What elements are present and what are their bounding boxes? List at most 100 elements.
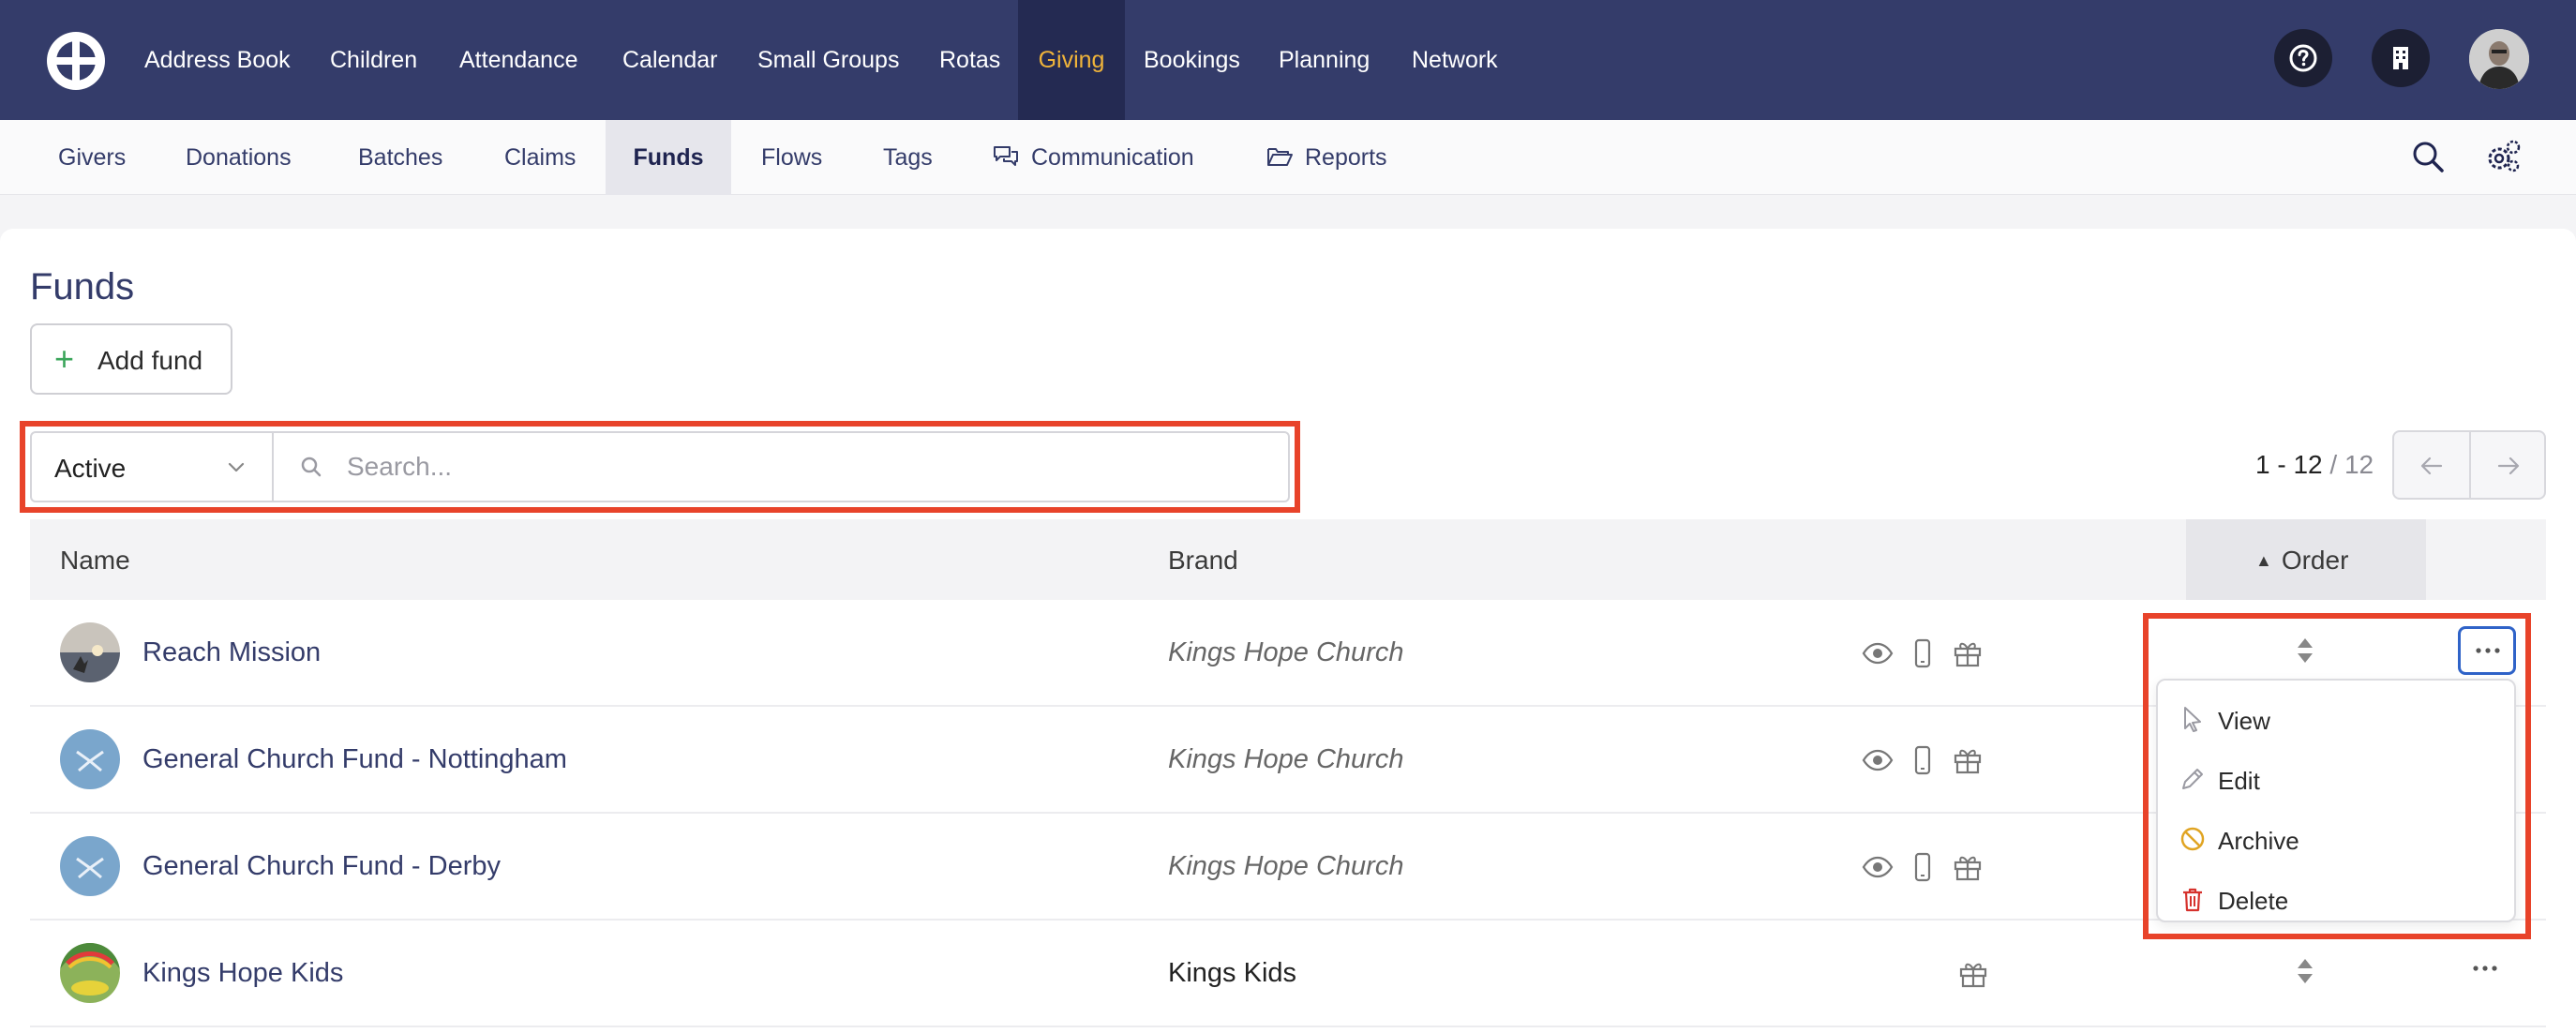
fund-brand: Kings Hope Church xyxy=(1168,637,1404,667)
organisation-button[interactable] xyxy=(2372,29,2430,87)
help-button[interactable] xyxy=(2274,29,2332,87)
add-fund-button[interactable]: + Add fund xyxy=(30,323,232,395)
previous-page-button[interactable] xyxy=(2394,432,2469,498)
user-avatar[interactable] xyxy=(2469,29,2529,89)
nav-calendar[interactable]: Calendar xyxy=(622,0,717,120)
mobile-phone-icon xyxy=(1914,638,1931,668)
column-header-name[interactable]: Name xyxy=(60,546,130,576)
help-icon xyxy=(2289,44,2317,72)
fund-avatar xyxy=(60,729,120,789)
next-page-button[interactable] xyxy=(2471,432,2546,498)
subnav-batches[interactable]: Batches xyxy=(358,120,442,195)
building-icon xyxy=(2393,47,2408,69)
nav-small-groups[interactable]: Small Groups xyxy=(757,0,899,120)
fund-avatar xyxy=(60,836,120,896)
menu-item-view[interactable]: View xyxy=(2158,690,2514,750)
app-logo-icon[interactable] xyxy=(45,30,107,92)
mobile-phone-icon xyxy=(1914,852,1931,882)
fund-name[interactable]: General Church Fund - Nottingham xyxy=(142,744,567,775)
chevron-down-icon xyxy=(228,462,245,472)
fund-name[interactable]: Reach Mission xyxy=(142,637,321,668)
chat-bubbles-icon xyxy=(994,146,1018,167)
eye-icon xyxy=(1862,642,1894,665)
nav-address-book[interactable]: Address Book xyxy=(144,0,291,120)
sunset-photo-icon xyxy=(60,622,120,682)
giving-subnavigation: Givers Donations Batches Claims Funds Fl… xyxy=(0,120,2576,195)
order-header-label: Order xyxy=(2281,546,2349,575)
user-photo-icon xyxy=(2469,29,2529,89)
fund-avatar xyxy=(60,622,120,682)
nav-giving[interactable]: Giving xyxy=(1018,0,1125,120)
pagination-range: 1 - 12 xyxy=(2255,450,2323,479)
more-horizontal-icon xyxy=(2476,648,2500,653)
top-navigation: Address Book Children Attendance Calenda… xyxy=(0,0,2576,120)
subnav-tags[interactable]: Tags xyxy=(883,120,933,195)
column-header-order[interactable]: ▲ Order xyxy=(2255,546,2348,576)
nav-rotas[interactable]: Rotas xyxy=(939,0,1000,120)
more-horizontal-icon xyxy=(2473,966,2497,971)
nav-planning[interactable]: Planning xyxy=(1279,0,1370,120)
gift-icon xyxy=(1954,856,1982,881)
pagination-buttons xyxy=(2392,430,2546,500)
gift-icon xyxy=(1954,642,1982,667)
nav-network[interactable]: Network xyxy=(1412,0,1498,120)
fund-search-input[interactable] xyxy=(347,442,1275,491)
cursor-icon xyxy=(2184,707,2201,732)
arrow-left-icon xyxy=(2420,457,2443,475)
menu-item-delete-label: Delete xyxy=(2218,887,2289,915)
search-field-icon xyxy=(301,457,322,477)
pagination-total: / 12 xyxy=(2329,450,2374,479)
sort-ascending-icon: ▲ xyxy=(2255,551,2272,570)
arrow-right-icon xyxy=(2497,457,2520,475)
folder-open-icon xyxy=(1267,148,1293,167)
page-title: Funds xyxy=(30,266,135,307)
eye-icon xyxy=(1862,856,1894,878)
gift-icon xyxy=(1959,963,1987,988)
row-actions-menu: View Edit Archive Delete xyxy=(2156,679,2516,922)
nav-bookings[interactable]: Bookings xyxy=(1144,0,1240,120)
subnav-claims[interactable]: Claims xyxy=(504,120,576,195)
pencil-icon xyxy=(2182,769,2203,789)
subnav-reports[interactable]: Reports xyxy=(1266,120,1387,195)
pagination-summary: 1 - 12 / 12 xyxy=(2255,450,2374,480)
menu-item-edit-label: Edit xyxy=(2218,767,2260,795)
fund-name[interactable]: Kings Hope Kids xyxy=(142,958,343,989)
archive-prohibited-icon xyxy=(2180,827,2205,851)
subnav-donations[interactable]: Donations xyxy=(186,120,292,195)
fund-avatar xyxy=(60,943,120,1003)
status-filter-value: Active xyxy=(54,454,127,483)
church-logo-photo-icon xyxy=(60,729,120,789)
menu-item-archive-label: Archive xyxy=(2218,827,2299,855)
fund-name[interactable]: General Church Fund - Derby xyxy=(142,851,501,882)
sort-handle-icon[interactable] xyxy=(2295,636,2315,666)
nav-children[interactable]: Children xyxy=(330,0,417,120)
plus-icon: + xyxy=(54,339,75,378)
row-actions-button[interactable] xyxy=(2458,626,2516,675)
menu-item-view-label: View xyxy=(2218,707,2270,735)
row-actions-button[interactable] xyxy=(2458,947,2516,996)
menu-item-delete[interactable]: Delete xyxy=(2158,870,2514,930)
gift-icon xyxy=(1954,749,1982,774)
table-row[interactable]: Kings Hope Kids Kings Kids xyxy=(30,921,2546,1027)
subnav-communication-label: Communication xyxy=(1031,144,1194,171)
settings-gears-icon[interactable] xyxy=(2484,138,2522,175)
subnav-communication[interactable]: Communication xyxy=(992,120,1194,195)
add-fund-label: Add fund xyxy=(97,346,203,375)
mobile-phone-icon xyxy=(1914,745,1931,775)
sort-handle-icon[interactable] xyxy=(2295,956,2315,986)
church-logo-photo-icon xyxy=(60,836,120,896)
nav-attendance[interactable]: Attendance xyxy=(459,0,578,120)
column-header-brand[interactable]: Brand xyxy=(1168,546,1238,576)
subnav-reports-label: Reports xyxy=(1305,144,1387,171)
status-filter-select[interactable]: Active xyxy=(32,433,274,501)
menu-item-edit[interactable]: Edit xyxy=(2158,750,2514,810)
search-icon[interactable] xyxy=(2409,138,2447,175)
kids-photo-icon xyxy=(60,943,120,1003)
trash-icon xyxy=(2183,888,2202,912)
subnav-flows[interactable]: Flows xyxy=(761,120,822,195)
table-header: Name Brand xyxy=(30,519,2546,600)
subnav-givers[interactable]: Givers xyxy=(58,120,126,195)
subnav-funds[interactable]: Funds xyxy=(606,120,731,195)
filter-bar: Active xyxy=(30,431,1290,502)
menu-item-archive[interactable]: Archive xyxy=(2158,810,2514,870)
